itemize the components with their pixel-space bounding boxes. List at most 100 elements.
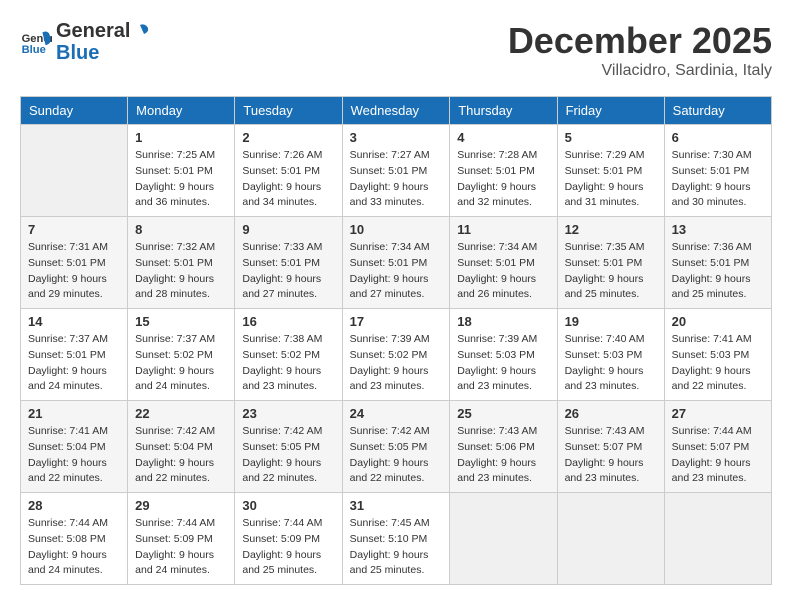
day-info: Sunrise: 7:28 AMSunset: 5:01 PMDaylight:… xyxy=(457,148,549,211)
calendar-cell: 28Sunrise: 7:44 AMSunset: 5:08 PMDayligh… xyxy=(21,493,128,585)
logo-icon: General Blue xyxy=(20,26,52,58)
calendar-cell: 9Sunrise: 7:33 AMSunset: 5:01 PMDaylight… xyxy=(235,217,342,309)
calendar-cell: 19Sunrise: 7:40 AMSunset: 5:03 PMDayligh… xyxy=(557,309,664,401)
logo-general: General xyxy=(56,20,130,42)
calendar-cell: 31 Sunrise: 7:45 AMSunset: 5:10 PMDayligh… xyxy=(342,493,450,585)
day-info: Sunrise: 7:31 AMSunset: 5:01 PMDaylight:… xyxy=(28,240,120,303)
day-info: Sunrise: 7:32 AMSunset: 5:01 PMDaylight:… xyxy=(135,240,227,303)
calendar-cell xyxy=(557,493,664,585)
calendar-cell xyxy=(21,125,128,217)
day-number: 31 xyxy=(350,498,443,513)
day-number: 12 xyxy=(565,222,657,237)
day-info: Sunrise: 7:38 AMSunset: 5:02 PMDaylight:… xyxy=(242,332,334,395)
calendar-cell: 13Sunrise: 7:36 AMSunset: 5:01 PMDayligh… xyxy=(664,217,771,309)
calendar-cell: 29Sunrise: 7:44 AMSunset: 5:09 PMDayligh… xyxy=(128,493,235,585)
calendar-cell: 26 Sunrise: 7:43 AMSunset: 5:07 PMDayligh… xyxy=(557,401,664,493)
day-number: 25 xyxy=(457,406,549,421)
day-info: Sunrise: 7:40 AMSunset: 5:03 PMDaylight:… xyxy=(565,332,657,395)
col-header-friday: Friday xyxy=(557,97,664,125)
day-number: 4 xyxy=(457,130,549,145)
calendar-cell: 4 Sunrise: 7:28 AMSunset: 5:01 PMDaylight… xyxy=(450,125,557,217)
day-number: 18 xyxy=(457,314,549,329)
day-info: Sunrise: 7:43 AMSunset: 5:06 PMDaylight:… xyxy=(457,424,549,487)
day-number: 21 xyxy=(28,406,120,421)
day-info: Sunrise: 7:39 AMSunset: 5:02 PMDaylight:… xyxy=(350,332,443,395)
col-header-saturday: Saturday xyxy=(664,97,771,125)
svg-text:Blue: Blue xyxy=(22,44,46,56)
month-title: December 2025 xyxy=(508,20,772,62)
day-number: 13 xyxy=(672,222,764,237)
day-info: Sunrise: 7:29 AMSunset: 5:01 PMDaylight:… xyxy=(565,148,657,211)
calendar-cell: 21 Sunrise: 7:41 AMSunset: 5:04 PMDayligh… xyxy=(21,401,128,493)
day-number: 23 xyxy=(242,406,334,421)
calendar-cell: 7Sunrise: 7:31 AMSunset: 5:01 PMDaylight… xyxy=(21,217,128,309)
day-info: Sunrise: 7:25 AMSunset: 5:01 PMDaylight:… xyxy=(135,148,227,211)
calendar-cell: 14 Sunrise: 7:37 AMSunset: 5:01 PMDayligh… xyxy=(21,309,128,401)
calendar-cell: 27Sunrise: 7:44 AMSunset: 5:07 PMDayligh… xyxy=(664,401,771,493)
calendar-cell: 17 Sunrise: 7:39 AMSunset: 5:02 PMDayligh… xyxy=(342,309,450,401)
col-header-sunday: Sunday xyxy=(21,97,128,125)
calendar-cell: 3Sunrise: 7:27 AMSunset: 5:01 PMDaylight… xyxy=(342,125,450,217)
calendar-cell: 10 Sunrise: 7:34 AMSunset: 5:01 PMDayligh… xyxy=(342,217,450,309)
day-number: 28 xyxy=(28,498,120,513)
calendar-cell: 25 Sunrise: 7:43 AMSunset: 5:06 PMDayligh… xyxy=(450,401,557,493)
calendar-cell: 30 Sunrise: 7:44 AMSunset: 5:09 PMDayligh… xyxy=(235,493,342,585)
calendar-cell: 12 Sunrise: 7:35 AMSunset: 5:01 PMDayligh… xyxy=(557,217,664,309)
title-block: December 2025 Villacidro, Sardinia, Ital… xyxy=(508,20,772,80)
day-info: Sunrise: 7:41 AMSunset: 5:04 PMDaylight:… xyxy=(28,424,120,487)
day-number: 20 xyxy=(672,314,764,329)
day-info: Sunrise: 7:35 AMSunset: 5:01 PMDaylight:… xyxy=(565,240,657,303)
day-number: 17 xyxy=(350,314,443,329)
day-number: 15 xyxy=(135,314,227,329)
calendar-cell: 15 Sunrise: 7:37 AMSunset: 5:02 PMDayligh… xyxy=(128,309,235,401)
day-info: Sunrise: 7:43 AMSunset: 5:07 PMDaylight:… xyxy=(565,424,657,487)
day-number: 10 xyxy=(350,222,443,237)
day-info: Sunrise: 7:42 AMSunset: 5:04 PMDaylight:… xyxy=(135,424,227,487)
day-number: 16 xyxy=(242,314,334,329)
day-info: Sunrise: 7:41 AMSunset: 5:03 PMDaylight:… xyxy=(672,332,764,395)
day-number: 2 xyxy=(242,130,334,145)
day-info: Sunrise: 7:34 AMSunset: 5:01 PMDaylight:… xyxy=(350,240,443,303)
calendar-cell: 1Sunrise: 7:25 AMSunset: 5:01 PMDaylight… xyxy=(128,125,235,217)
day-info: Sunrise: 7:45 AMSunset: 5:10 PMDaylight:… xyxy=(350,516,443,579)
col-header-monday: Monday xyxy=(128,97,235,125)
day-number: 6 xyxy=(672,130,764,145)
logo-blue: Blue xyxy=(56,42,150,64)
calendar-cell: 22 Sunrise: 7:42 AMSunset: 5:04 PMDayligh… xyxy=(128,401,235,493)
calendar-cell xyxy=(450,493,557,585)
day-info: Sunrise: 7:37 AMSunset: 5:02 PMDaylight:… xyxy=(135,332,227,395)
day-number: 30 xyxy=(242,498,334,513)
day-number: 11 xyxy=(457,222,549,237)
calendar-cell: 11Sunrise: 7:34 AMSunset: 5:01 PMDayligh… xyxy=(450,217,557,309)
day-number: 9 xyxy=(242,222,334,237)
calendar-table: SundayMondayTuesdayWednesdayThursdayFrid… xyxy=(20,96,772,585)
calendar-cell: 23 Sunrise: 7:42 AMSunset: 5:05 PMDayligh… xyxy=(235,401,342,493)
day-number: 8 xyxy=(135,222,227,237)
day-info: Sunrise: 7:39 AMSunset: 5:03 PMDaylight:… xyxy=(457,332,549,395)
day-number: 26 xyxy=(565,406,657,421)
day-number: 22 xyxy=(135,406,227,421)
day-number: 5 xyxy=(565,130,657,145)
page-header: General Blue General Blue December 2025 … xyxy=(20,20,772,80)
calendar-cell: 16 Sunrise: 7:38 AMSunset: 5:02 PMDayligh… xyxy=(235,309,342,401)
calendar-cell xyxy=(664,493,771,585)
day-info: Sunrise: 7:44 AMSunset: 5:09 PMDaylight:… xyxy=(242,516,334,579)
day-info: Sunrise: 7:30 AMSunset: 5:01 PMDaylight:… xyxy=(672,148,764,211)
day-number: 3 xyxy=(350,130,443,145)
col-header-wednesday: Wednesday xyxy=(342,97,450,125)
day-info: Sunrise: 7:44 AMSunset: 5:09 PMDaylight:… xyxy=(135,516,227,579)
calendar-cell: 24Sunrise: 7:42 AMSunset: 5:05 PMDayligh… xyxy=(342,401,450,493)
calendar-cell: 6 Sunrise: 7:30 AMSunset: 5:01 PMDaylight… xyxy=(664,125,771,217)
calendar-cell: 20 Sunrise: 7:41 AMSunset: 5:03 PMDayligh… xyxy=(664,309,771,401)
col-header-tuesday: Tuesday xyxy=(235,97,342,125)
day-info: Sunrise: 7:26 AMSunset: 5:01 PMDaylight:… xyxy=(242,148,334,211)
col-header-thursday: Thursday xyxy=(450,97,557,125)
calendar-cell: 2 Sunrise: 7:26 AMSunset: 5:01 PMDaylight… xyxy=(235,125,342,217)
day-number: 24 xyxy=(350,406,443,421)
day-number: 14 xyxy=(28,314,120,329)
day-info: Sunrise: 7:42 AMSunset: 5:05 PMDaylight:… xyxy=(242,424,334,487)
day-info: Sunrise: 7:44 AMSunset: 5:07 PMDaylight:… xyxy=(672,424,764,487)
logo-bird-icon xyxy=(131,23,149,41)
day-info: Sunrise: 7:37 AMSunset: 5:01 PMDaylight:… xyxy=(28,332,120,395)
calendar-cell: 8 Sunrise: 7:32 AMSunset: 5:01 PMDaylight… xyxy=(128,217,235,309)
